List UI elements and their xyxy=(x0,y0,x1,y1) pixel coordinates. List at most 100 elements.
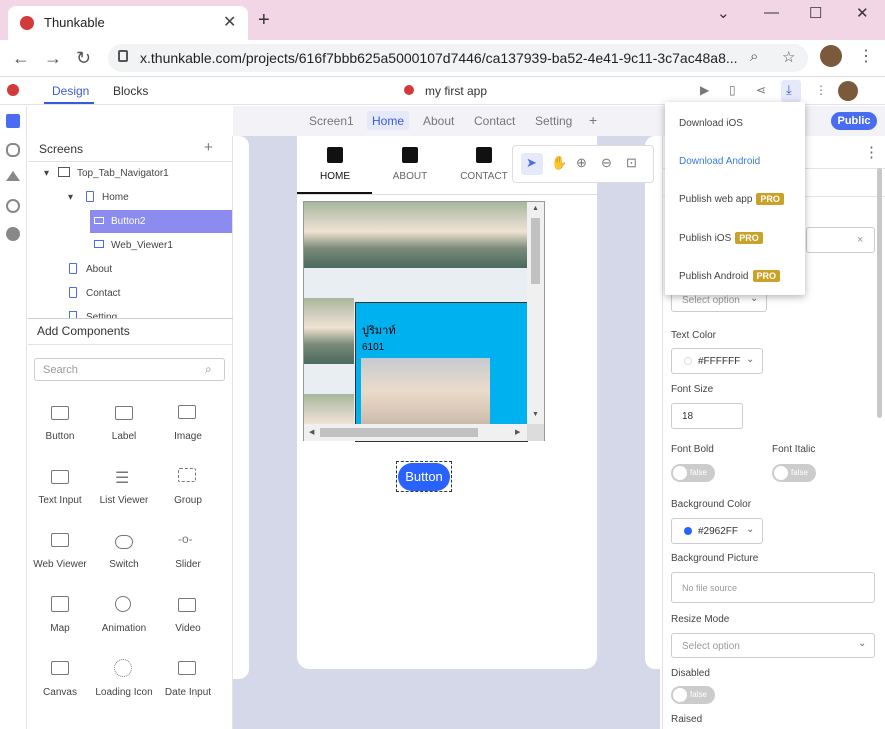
zoom-icon[interactable]: ⌕ xyxy=(750,48,758,65)
tree-expand-toggle[interactable]: ▾ xyxy=(68,192,73,203)
component-label[interactable]: Label xyxy=(94,431,154,442)
scroll-right-arrow[interactable]: ▶ xyxy=(515,428,520,436)
tab-design[interactable]: Design xyxy=(52,84,89,98)
tab-blocks[interactable]: Blocks xyxy=(113,84,148,98)
public-badge[interactable]: Public xyxy=(831,112,877,130)
component-animation[interactable]: Animation xyxy=(94,623,154,634)
animation-component-icon xyxy=(115,596,131,612)
screen-tab-about[interactable]: About xyxy=(423,114,454,128)
component-map[interactable]: Map xyxy=(30,623,90,634)
reload-icon[interactable]: ↻ xyxy=(76,48,91,69)
name-field[interactable]: × xyxy=(806,227,875,253)
vertical-scroll-thumb[interactable] xyxy=(531,218,540,284)
component-text-input[interactable]: Text Input xyxy=(30,495,90,506)
canvas-button[interactable]: Button xyxy=(398,463,450,491)
tree-item-home[interactable]: Home xyxy=(102,192,129,203)
nav-tab-about[interactable]: ABOUT xyxy=(372,147,448,182)
resize-mode-select[interactable]: Select option ⌄ xyxy=(671,633,875,658)
menu-item-publish-android[interactable]: Publish Android PRO xyxy=(679,270,781,282)
tree-item-top-tab-navigator[interactable]: Top_Tab_Navigator1 xyxy=(77,168,169,179)
close-window-button[interactable]: ✕ xyxy=(856,4,869,22)
address-bar[interactable]: x.thunkable.com/projects/616f7bbb625a500… xyxy=(108,44,808,72)
clear-icon[interactable]: × xyxy=(857,234,863,246)
scroll-down-arrow[interactable]: ▼ xyxy=(532,411,539,418)
back-icon[interactable]: ← xyxy=(12,48,30,69)
new-tab-button[interactable]: + xyxy=(258,9,270,32)
forward-icon[interactable]: → xyxy=(44,48,62,69)
scroll-left-arrow[interactable]: ◀ xyxy=(309,428,314,436)
tree-item-button2[interactable]: Button2 xyxy=(111,216,145,227)
download-button[interactable]: ⤓ xyxy=(781,80,801,102)
nav-tab-home[interactable]: HOME xyxy=(297,147,373,182)
tree-expand-toggle[interactable]: ▾ xyxy=(44,168,49,179)
component-list-viewer[interactable]: List Viewer xyxy=(94,495,154,506)
screen-tab-contact[interactable]: Contact xyxy=(474,114,515,128)
font-size-input[interactable]: 18 xyxy=(671,403,743,429)
scroll-up-arrow[interactable]: ▲ xyxy=(532,205,539,212)
play-icon[interactable]: ▶ xyxy=(700,83,709,97)
tab-search-icon[interactable]: ⌄ xyxy=(717,4,730,22)
bookmark-star-icon[interactable]: ☆ xyxy=(782,48,795,66)
background-color-picker[interactable]: #2962FF ⌄ xyxy=(671,518,763,544)
nav-tab-contact[interactable]: CONTACT xyxy=(446,147,522,182)
profile-avatar[interactable] xyxy=(820,45,842,67)
font-italic-toggle[interactable]: false xyxy=(772,464,816,482)
zoom-out-icon[interactable]: ⊖ xyxy=(601,155,612,171)
label-component-icon xyxy=(115,406,133,420)
add-screen-icon[interactable]: + xyxy=(204,139,213,156)
menu-item-download-ios[interactable]: Download iOS xyxy=(679,118,743,129)
device-preview-icon[interactable]: ▯ xyxy=(729,83,736,97)
menu-item-download-android[interactable]: Download Android xyxy=(679,156,760,167)
more-options-icon[interactable]: ⋮ xyxy=(815,83,827,97)
add-screen-button[interactable]: + xyxy=(589,112,597,128)
component-date-input[interactable]: Date Input xyxy=(158,687,218,698)
card-title: ปูริมาท์ xyxy=(362,325,396,337)
user-avatar[interactable] xyxy=(838,81,858,101)
component-button[interactable]: Button xyxy=(30,431,90,442)
share-icon[interactable]: ⋖ xyxy=(756,83,766,97)
font-bold-toggle[interactable]: false xyxy=(671,464,715,482)
tree-item-contact[interactable]: Contact xyxy=(86,288,120,299)
component-video[interactable]: Video xyxy=(158,623,218,634)
component-search-input[interactable]: Search ⌕ xyxy=(34,358,225,381)
chevron-down-icon: ⌄ xyxy=(858,638,867,649)
zoom-in-icon[interactable]: ⊕ xyxy=(576,155,587,171)
menu-item-publish-ios[interactable]: Publish iOS PRO xyxy=(679,232,763,244)
component-web-viewer[interactable]: Web Viewer xyxy=(30,559,90,570)
mobile-screen-icon[interactable] xyxy=(6,114,20,128)
app-name[interactable]: my first app xyxy=(425,84,487,98)
tree-item-web-viewer1[interactable]: Web_Viewer1 xyxy=(111,240,173,251)
assets-icon[interactable] xyxy=(6,171,20,181)
component-switch[interactable]: Switch xyxy=(94,559,154,570)
help-icon[interactable] xyxy=(6,227,20,241)
toggle-text: false xyxy=(690,690,707,699)
hand-icon[interactable]: ✋ xyxy=(551,155,567,171)
disabled-toggle[interactable]: false xyxy=(671,686,715,704)
list-viewer-component-icon: ☰ xyxy=(115,470,130,487)
thunkable-logo-icon[interactable] xyxy=(7,84,19,96)
maximize-window-button[interactable]: ☐ xyxy=(809,4,822,22)
screen-tab-screen1[interactable]: Screen1 xyxy=(309,114,354,128)
browser-menu-icon[interactable]: ⋮ xyxy=(858,46,874,66)
close-tab-icon[interactable]: ✕ xyxy=(223,12,236,32)
properties-menu-icon[interactable]: ⋮ xyxy=(864,143,879,161)
screen-tab-setting[interactable]: Setting xyxy=(535,114,572,128)
component-group[interactable]: Group xyxy=(158,495,218,506)
component-canvas[interactable]: Canvas xyxy=(30,687,90,698)
properties-scrollbar[interactable] xyxy=(877,168,882,418)
settings-gear-icon[interactable] xyxy=(6,199,20,213)
component-slider[interactable]: Slider xyxy=(158,559,218,570)
horizontal-scroll-thumb[interactable] xyxy=(320,428,478,437)
database-icon[interactable] xyxy=(6,143,20,157)
tree-item-about[interactable]: About xyxy=(86,264,112,275)
minimize-window-button[interactable]: — xyxy=(764,4,779,21)
browser-tab[interactable]: Thunkable ✕ xyxy=(8,6,248,40)
screen-tab-home[interactable]: Home xyxy=(372,114,404,128)
component-image[interactable]: Image xyxy=(158,431,218,442)
text-color-picker[interactable]: #FFFFFF ⌄ xyxy=(671,348,763,374)
slider-component-icon: -o- xyxy=(178,532,193,546)
component-loading-icon[interactable]: Loading Icon xyxy=(94,687,154,698)
menu-item-publish-web-app[interactable]: Publish web app PRO xyxy=(679,193,784,205)
fit-screen-icon[interactable]: ⊡ xyxy=(626,155,637,171)
background-picture-field[interactable]: No file source xyxy=(671,572,875,603)
